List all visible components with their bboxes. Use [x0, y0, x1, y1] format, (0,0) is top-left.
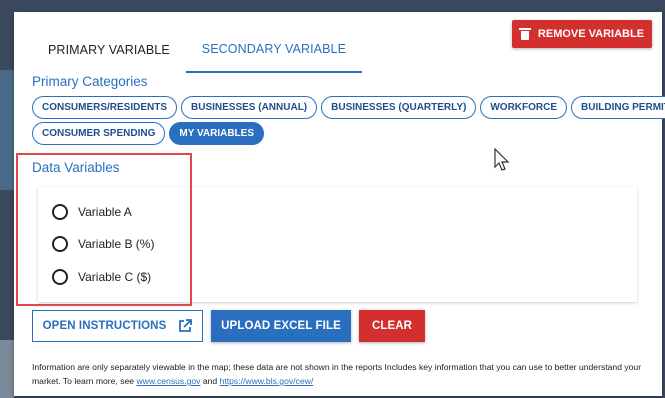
chip-businesses-quarterly[interactable]: BUSINESSES (QUARTERLY): [321, 96, 477, 119]
remove-variable-button[interactable]: REMOVE VARIABLE: [512, 20, 652, 48]
tab-secondary-variable[interactable]: SECONDARY VARIABLE: [185, 26, 363, 73]
annotation-highlight-box: [16, 153, 192, 306]
open-instructions-button[interactable]: OPEN INSTRUCTIONS: [32, 310, 203, 342]
upload-excel-button[interactable]: UPLOAD EXCEL FILE: [211, 310, 351, 342]
variable-dialog: PRIMARY VARIABLE SECONDARY VARIABLE REMO…: [14, 12, 665, 396]
chip-consumer-spending[interactable]: CONSUMER SPENDING: [32, 122, 166, 145]
chip-consumers-residents[interactable]: CONSUMERS/RESIDENTS: [32, 96, 178, 119]
category-chips-row-2: CONSUMER SPENDING MY VARIABLES: [32, 122, 264, 145]
chip-workforce[interactable]: WORKFORCE: [480, 96, 568, 119]
mouse-cursor-icon: [494, 148, 510, 171]
action-buttons: OPEN INSTRUCTIONS UPLOAD EXCEL FILE CLEA…: [32, 310, 425, 342]
open-instructions-label: OPEN INSTRUCTIONS: [42, 320, 167, 332]
census-link[interactable]: www.census.gov: [136, 376, 200, 386]
tab-primary-variable[interactable]: PRIMARY VARIABLE: [32, 26, 186, 73]
clear-button[interactable]: CLEAR: [359, 310, 425, 342]
footnote-text: Information are only separately viewable…: [32, 362, 642, 386]
primary-categories-title: Primary Categories: [32, 74, 148, 89]
chip-businesses-annual[interactable]: BUSINESSES (ANNUAL): [181, 96, 318, 119]
footnote: Information are only separately viewable…: [32, 360, 652, 388]
remove-variable-label: REMOVE VARIABLE: [537, 28, 645, 40]
trash-icon: [518, 28, 531, 40]
bls-link[interactable]: https://www.bls.gov/cew/: [220, 376, 314, 386]
category-chips-row-1: CONSUMERS/RESIDENTS BUSINESSES (ANNUAL) …: [32, 96, 665, 119]
background-strip: [0, 340, 14, 398]
external-link-icon: [179, 319, 193, 332]
tab-bar: PRIMARY VARIABLE SECONDARY VARIABLE: [32, 26, 363, 74]
footnote-text: and: [200, 376, 220, 386]
chip-building-permits[interactable]: BUILDING PERMITS: [571, 96, 665, 119]
chip-my-variables[interactable]: MY VARIABLES: [169, 122, 264, 145]
background-strip: [0, 70, 14, 190]
